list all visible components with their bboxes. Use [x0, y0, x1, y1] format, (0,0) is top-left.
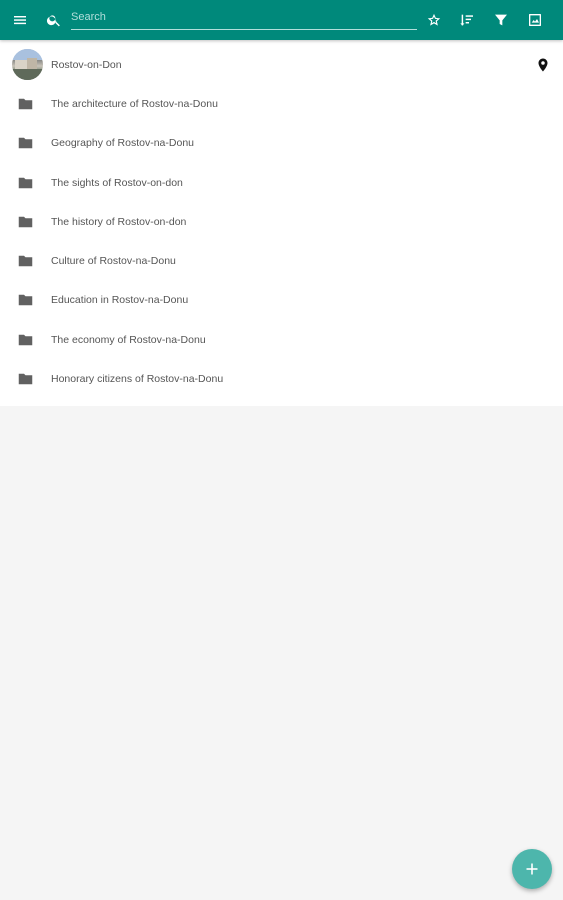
list-item-label: The economy of Rostov-na-Donu — [51, 333, 206, 346]
search-input[interactable] — [71, 6, 417, 28]
list-item-label: The sights of Rostov-on-don — [51, 176, 183, 189]
add-button[interactable] — [512, 849, 552, 889]
folder-icon — [18, 137, 33, 149]
list-item-folder[interactable]: Honorary citizens of Rostov-na-Donu — [0, 359, 563, 398]
list-item-label: Rostov-on-Don — [51, 58, 122, 71]
list-item-label: Honorary citizens of Rostov-na-Donu — [51, 373, 224, 386]
list-item-folder[interactable]: Education in Rostov-na-Donu — [0, 281, 563, 320]
search-icon[interactable] — [42, 8, 66, 32]
list-item-folder[interactable]: The sights of Rostov-on-don — [0, 163, 563, 202]
list-item-folder[interactable]: The history of Rostov-on-don — [0, 202, 563, 241]
folder-icon — [18, 373, 33, 385]
list-item-location[interactable]: Rostov-on-Don — [0, 45, 563, 84]
list-item-folder[interactable]: Geography of Rostov-na-Donu — [0, 124, 563, 163]
folder-icon — [18, 255, 33, 267]
location-avatar — [12, 49, 43, 80]
search-field[interactable] — [71, 6, 417, 30]
list-item-folder[interactable]: The economy of Rostov-na-Donu — [0, 320, 563, 359]
top-app-bar — [0, 0, 563, 40]
menu-icon[interactable] — [8, 8, 32, 32]
list-item-label: Culture of Rostov-na-Donu — [51, 255, 176, 268]
sort-icon[interactable] — [455, 8, 479, 32]
folder-icon — [18, 216, 33, 228]
folder-icon — [18, 294, 33, 306]
star-outline-icon[interactable] — [422, 8, 446, 32]
list-item-folder[interactable]: The architecture of Rostov-na-Donu — [0, 84, 563, 123]
location-pin-icon[interactable] — [537, 58, 549, 72]
list-item-label: Geography of Rostov-na-Donu — [51, 137, 194, 150]
list-item-label: The architecture of Rostov-na-Donu — [51, 97, 218, 110]
image-icon[interactable] — [523, 8, 547, 32]
filter-icon[interactable] — [489, 8, 513, 32]
list-item-label: The history of Rostov-on-don — [51, 215, 187, 228]
folder-icon — [18, 98, 33, 110]
folder-icon — [18, 177, 33, 189]
list-item-folder[interactable]: Culture of Rostov-na-Donu — [0, 241, 563, 280]
category-list: Rostov-on-Don The architecture of Rostov… — [0, 40, 563, 406]
app-screen: Rostov-on-Don The architecture of Rostov… — [0, 0, 563, 900]
add-icon — [526, 863, 538, 875]
list-item-label: Education in Rostov-na-Donu — [51, 294, 189, 307]
folder-icon — [18, 334, 33, 346]
